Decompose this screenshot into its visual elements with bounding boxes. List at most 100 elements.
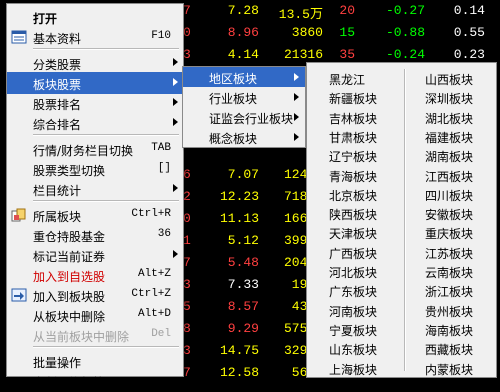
menu-item-shortcut: [] <box>157 162 171 174</box>
quote-row: 7 7.28 13.5万 20 -0.27 0.14 <box>183 0 500 22</box>
submenu-arrow-icon <box>294 113 299 121</box>
document-icon <box>11 30 27 44</box>
quote-cell-price: 11.13 <box>219 211 259 226</box>
menu-item-label: 股票类型切换 <box>33 164 106 178</box>
region-item[interactable]: 上海板块 <box>323 357 393 379</box>
blocks-icon <box>11 208 27 222</box>
quote-cell-change: -0.88 <box>385 25 425 40</box>
quote-row: 0 8.96 3860 15 -0.88 0.55 <box>183 22 500 44</box>
submenu-item-label: 地区板块 <box>209 72 258 86</box>
quote-cell-price: 12.58 <box>219 365 259 380</box>
menu-item-3[interactable]: 分类股票 <box>7 52 183 74</box>
menu-item-13[interactable]: 重仓持股基金 36 <box>7 224 183 246</box>
menu-separator <box>33 200 179 202</box>
submenu-item-label: 概念板块 <box>209 132 258 146</box>
menu-item-label: 加入到自选股 <box>33 270 106 284</box>
quote-cell-code-digit: 1 <box>183 233 191 248</box>
submenu-item-2[interactable]: 证监会行业板块 <box>183 107 305 127</box>
submenu-arrow-icon <box>173 78 178 86</box>
quote-cell-price: 7.28 <box>227 3 259 18</box>
quote-cell-change: -0.27 <box>385 3 425 18</box>
menu-item-label: 标记当前证券 <box>33 250 106 264</box>
region-item-label: 上海板块 <box>329 362 378 377</box>
menu-item-16[interactable]: 加入到板块股 Ctrl+Z <box>7 284 183 306</box>
quote-cell-ratio: 0.55 <box>453 25 485 40</box>
quote-cell-code-digit: 3 <box>183 343 191 358</box>
menu-item-18: 从当前板块中删除 Del <box>7 324 183 346</box>
menu-item-label: 股票排名 <box>33 98 82 112</box>
menu-item-15[interactable]: 加入到自选股 Alt+Z <box>7 264 183 286</box>
menu-item-label: 从板块中删除 <box>33 310 106 324</box>
menu-item-4[interactable]: 板块股票 <box>7 72 183 94</box>
quote-cell-code-digit: 7 <box>183 255 191 270</box>
quote-cell-code-digit: 2 <box>183 189 191 204</box>
quote-cell-change: -0.24 <box>385 47 425 62</box>
quote-cell-price: 5.48 <box>227 255 259 270</box>
region-column-divider <box>404 69 406 371</box>
menu-item-0[interactable]: 打开 <box>7 6 183 28</box>
quote-cell-price: 8.57 <box>227 299 259 314</box>
quote-cell-code-digit: 3 <box>183 277 191 292</box>
menu-item-5[interactable]: 股票排名 <box>7 92 183 114</box>
submenu-arrow-icon <box>294 93 299 101</box>
submenu-arrow-icon <box>173 58 178 66</box>
quote-cell-code-digit: 5 <box>183 299 191 314</box>
submenu-item-0[interactable]: 地区板块 <box>183 67 305 87</box>
quote-cell-code-digit: 3 <box>183 47 191 62</box>
submenu-arrow-icon <box>294 73 299 81</box>
quote-cell-code-digit: 7 <box>183 3 191 18</box>
quote-cell-code-digit: 8 <box>183 321 191 336</box>
menu-item-label: 加入到板块股 <box>33 290 106 304</box>
quote-cell-code-digit: 6 <box>183 167 191 182</box>
quote-cell-price: 4.14 <box>227 47 259 62</box>
menu-item-label: 重仓持股基金 <box>33 230 106 244</box>
menu-item-label: 打开 <box>33 12 58 26</box>
quote-cell-price: 7.07 <box>227 167 259 182</box>
menu-item-label: 分类股票 <box>33 58 82 72</box>
quote-cell-code-digit: 7 <box>183 365 191 380</box>
region-board-panel: 黑龙江 新疆板块 吉林板块 甘肃板块 辽宁板块 青海板块 北京板块 陕西板块 天津板块 广西板块河… <box>306 62 497 378</box>
add-to-block-icon <box>11 288 27 302</box>
menu-item-label: 批量操作 <box>33 356 82 370</box>
menu-item-shortcut: Ctrl+R <box>131 208 171 220</box>
menu-item-1[interactable]: 基本资料 F10 <box>7 26 183 48</box>
menu-item-label: 板块股票 <box>33 78 82 92</box>
quote-cell-count: 35 <box>339 47 355 62</box>
menu-separator <box>33 48 179 50</box>
menu-item-20[interactable]: 批量操作 <box>7 350 183 372</box>
menu-item-8[interactable]: 行情/财务栏目切换 TAB <box>7 138 183 160</box>
menu-item-label: 从当前板块中删除 <box>33 330 130 344</box>
context-menu: 打开 基本资料 F10 分类股票 板块股票 股票排名 综合排名 行情/财务栏目切换 TAB 股票类… <box>6 3 184 390</box>
menu-item-17[interactable]: 从板块中删除 Alt+D <box>7 304 183 326</box>
submenu-arrow-icon <box>173 250 178 258</box>
menu-item-14[interactable]: 标记当前证券 <box>7 244 183 266</box>
quote-cell-price: 14.75 <box>219 343 259 358</box>
menu-item-10[interactable]: 栏目统计 <box>7 178 183 200</box>
menu-item-21[interactable]: 定制切换标签 <box>7 370 183 392</box>
menu-item-label: 所属板块 <box>33 210 82 224</box>
quote-cell-code-digit: 0 <box>183 25 191 40</box>
region-item[interactable]: 内蒙板块 <box>419 357 489 379</box>
submenu-arrow-icon <box>173 184 178 192</box>
submenu-item-1[interactable]: 行业板块 <box>183 87 305 107</box>
menu-item-label: 栏目统计 <box>33 184 82 198</box>
menu-item-9[interactable]: 股票类型切换 [] <box>7 158 183 180</box>
quote-cell-count: 15 <box>339 25 355 40</box>
submenu-item-3[interactable]: 概念板块 <box>183 127 305 147</box>
menu-item-12[interactable]: 所属板块 Ctrl+R <box>7 204 183 226</box>
quote-cell-code-digit: 0 <box>183 211 191 226</box>
menu-item-label: 定制切换标签 <box>33 376 106 390</box>
menu-item-shortcut: Alt+D <box>137 308 171 320</box>
board-submenu: 地区板块 行业板块 证监会行业板块概念板块 <box>182 66 306 148</box>
menu-item-shortcut: F10 <box>151 30 171 42</box>
quote-cell-ratio: 0.23 <box>453 47 485 62</box>
quote-cell-count: 20 <box>339 3 355 18</box>
region-item-label: 内蒙板块 <box>425 362 474 377</box>
submenu-arrow-icon <box>173 98 178 106</box>
quote-cell-price: 5.12 <box>227 233 259 248</box>
quote-cell-price: 9.29 <box>227 321 259 336</box>
menu-separator <box>33 134 179 136</box>
menu-item-label: 基本资料 <box>33 32 82 46</box>
menu-item-6[interactable]: 综合排名 <box>7 112 183 134</box>
quote-cell-price: 8.96 <box>227 25 259 40</box>
